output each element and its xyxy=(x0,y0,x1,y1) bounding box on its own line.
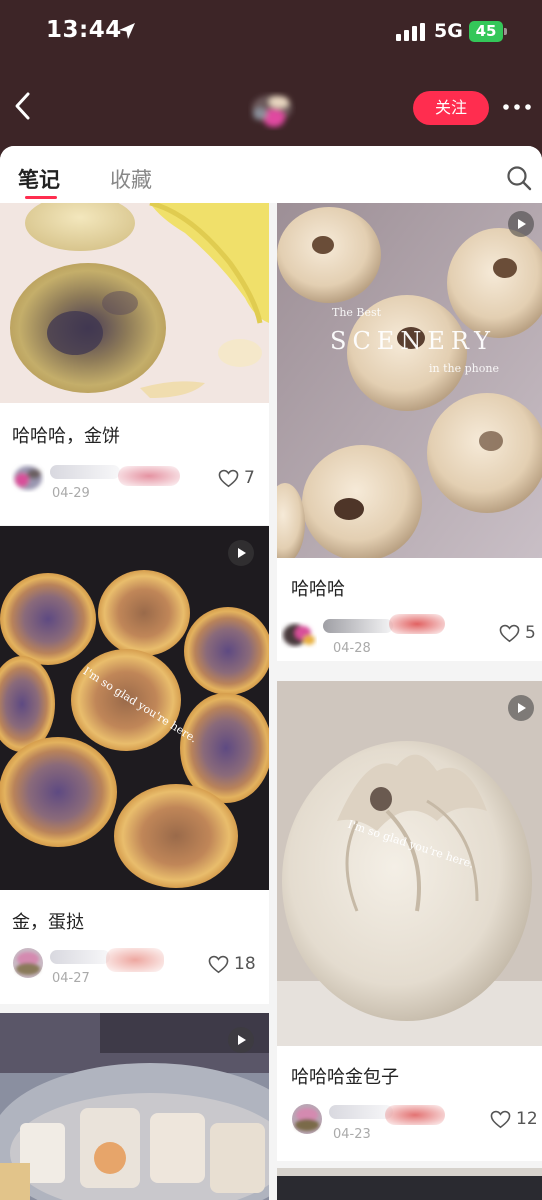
post-card[interactable]: The Best SCENERY in the phone 哈哈哈 04-28 … xyxy=(277,203,542,661)
post-card[interactable]: I'm so glad you're here. 金，蛋挞 04-27 18 xyxy=(0,526,269,1004)
like-button[interactable]: 12 xyxy=(490,1109,538,1129)
overlay-text-phone: in the phone xyxy=(429,362,499,375)
post-title: 哈哈哈金包子 xyxy=(291,1067,399,1088)
author-avatar xyxy=(292,1104,322,1134)
post-cover-image: I'm so glad you're here. xyxy=(277,681,542,1046)
post-title: 金，蛋挞 xyxy=(12,912,84,933)
network-type: 5G xyxy=(434,20,463,42)
post-date: 04-29 xyxy=(52,486,90,501)
like-count: 18 xyxy=(234,954,256,974)
author-name xyxy=(323,619,393,633)
heart-icon xyxy=(218,469,239,487)
active-tab-indicator xyxy=(25,196,57,199)
like-button[interactable]: 18 xyxy=(208,954,256,974)
post-card[interactable] xyxy=(277,1168,542,1200)
heart-icon xyxy=(499,624,520,642)
post-card[interactable]: 哈哈哈，金饼 04-29 7 xyxy=(0,203,269,525)
profile-header: 关注 xyxy=(0,66,542,146)
post-date: 04-27 xyxy=(52,971,90,986)
author-name-smudge xyxy=(118,466,180,486)
play-icon xyxy=(228,540,254,566)
tab-collections[interactable]: 收藏 xyxy=(110,164,152,194)
post-cover-image xyxy=(0,203,269,403)
location-arrow-icon xyxy=(119,23,135,39)
author-name-smudge xyxy=(385,1105,445,1125)
like-button[interactable]: 7 xyxy=(218,468,255,488)
back-arrow-icon[interactable] xyxy=(8,88,38,124)
heart-icon xyxy=(208,955,229,973)
author-name xyxy=(50,465,120,479)
like-button[interactable]: 5 xyxy=(499,623,536,643)
overlay-text-best: The Best xyxy=(332,306,382,319)
like-count: 5 xyxy=(525,623,536,643)
heart-icon xyxy=(490,1110,511,1128)
play-icon xyxy=(228,1027,254,1053)
tab-notes[interactable]: 笔记 xyxy=(18,164,60,194)
post-cover-image: I'm so glad you're here. xyxy=(0,526,269,890)
author-avatar xyxy=(283,624,315,646)
play-icon xyxy=(508,695,534,721)
like-count: 12 xyxy=(516,1109,538,1129)
search-icon[interactable] xyxy=(505,164,533,192)
post-date: 04-23 xyxy=(333,1127,371,1142)
signal-icon xyxy=(396,23,425,41)
post-card[interactable]: I'm so glad you're here. 哈哈哈金包子 04-23 12 xyxy=(277,681,542,1161)
author-name-smudge xyxy=(389,614,445,634)
author-name-smudge xyxy=(106,948,164,972)
battery-level: 45 xyxy=(475,22,497,40)
battery-indicator: 45 xyxy=(469,21,507,42)
profile-avatar[interactable] xyxy=(244,88,304,134)
post-cover-image: The Best SCENERY in the phone xyxy=(277,203,542,558)
post-card[interactable] xyxy=(0,1013,269,1200)
author-avatar xyxy=(14,466,42,490)
play-icon xyxy=(508,211,534,237)
post-title: 哈哈哈，金饼 xyxy=(12,426,120,447)
like-count: 7 xyxy=(244,468,255,488)
author-name xyxy=(50,950,110,964)
overlay-text-scenery: SCENERY xyxy=(330,327,496,355)
post-date: 04-28 xyxy=(333,641,371,656)
author-name xyxy=(329,1105,393,1119)
content-sheet: 笔记 收藏 哈哈哈，金饼 04-29 7 The Best SCENERY in… xyxy=(0,146,542,1200)
more-icon[interactable] xyxy=(501,100,533,114)
profile-tabs: 笔记 收藏 xyxy=(0,146,542,203)
status-time: 13:44 xyxy=(46,17,122,43)
post-title: 哈哈哈 xyxy=(291,579,345,600)
post-cover-image xyxy=(277,1168,542,1200)
author-avatar xyxy=(13,948,43,978)
status-bar: 13:44 5G 45 xyxy=(0,0,542,66)
follow-button[interactable]: 关注 xyxy=(413,91,489,125)
